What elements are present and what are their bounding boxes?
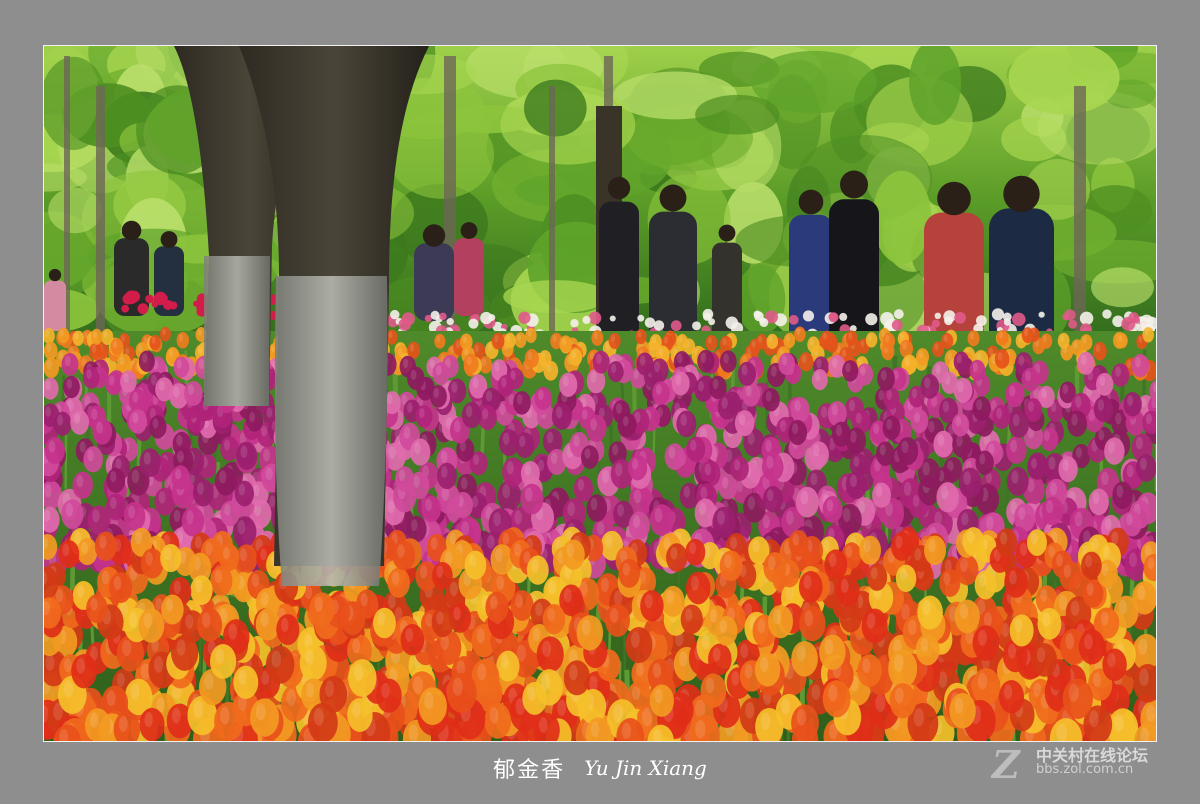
caption-chinese: 郁金香 bbox=[493, 758, 566, 783]
tulip-photo bbox=[43, 45, 1157, 742]
photo-frame: 郁金香 Yu Jin Xiang Z 中关村在线论坛 bbs.zol.com.c… bbox=[0, 0, 1200, 804]
zol-logo-icon: Z bbox=[992, 742, 1020, 787]
tulip-scene bbox=[44, 46, 1156, 741]
caption-pinyin: Yu Jin Xiang bbox=[584, 756, 707, 780]
site-watermark: Z 中关村在线论坛 bbs.zol.com.cn bbox=[992, 740, 1192, 787]
watermark-url: bbs.zol.com.cn bbox=[1036, 762, 1134, 777]
